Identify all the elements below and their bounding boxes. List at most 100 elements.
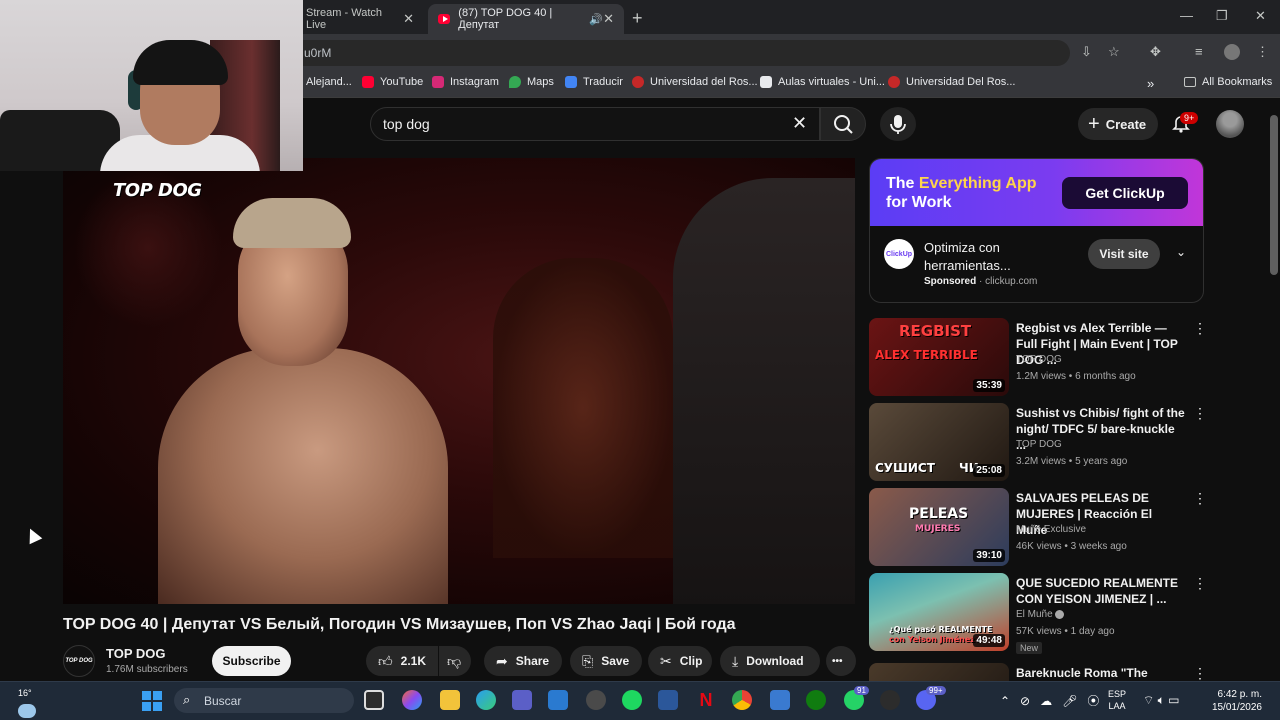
- voice-search-button[interactable]: [880, 107, 916, 141]
- bookmark-traducir[interactable]: Traducir: [565, 76, 623, 88]
- video-frame-fighter: [158, 348, 448, 604]
- more-options-icon[interactable]: ⋮: [1193, 490, 1207, 507]
- minimize-button[interactable]: —: [1180, 8, 1193, 23]
- bookmark-maps[interactable]: Maps: [509, 76, 554, 88]
- input-language[interactable]: ESP LAA: [1108, 688, 1126, 712]
- audio-playing-icon[interactable]: 🔊: [589, 13, 603, 26]
- chevron-down-icon[interactable]: ⌄: [1176, 245, 1186, 259]
- subscribe-button[interactable]: Subscribe: [212, 646, 291, 676]
- bookmark-star-icon[interactable]: ☆: [1108, 44, 1120, 60]
- spotify-icon[interactable]: [622, 690, 642, 710]
- clip-button[interactable]: ✂ Clip: [648, 646, 712, 676]
- related-video-title[interactable]: Bareknucle Roma "The: [1016, 665, 1186, 681]
- close-tab-icon[interactable]: ✕: [403, 11, 414, 27]
- related-video-channel[interactable]: TOP DOG: [1016, 354, 1062, 365]
- netflix-icon[interactable]: N: [696, 690, 716, 710]
- search-icon: ⌕: [183, 692, 191, 707]
- related-video[interactable]: PELEAS MUJERES 39:10 SALVAJES PELEAS DE …: [869, 488, 1209, 568]
- create-button[interactable]: + Create: [1078, 108, 1158, 140]
- like-button[interactable]: 👍︎ 2.1K: [366, 646, 438, 676]
- related-video[interactable]: СУШИСТ ЧИ 25:08 Sushist vs Chibis/ fight…: [869, 403, 1209, 483]
- taskbar-search-input[interactable]: ⌕ Buscar: [174, 688, 354, 713]
- browser-menu-icon[interactable]: ⋮: [1256, 44, 1269, 60]
- xbox-icon[interactable]: [806, 690, 826, 710]
- windows-start-button[interactable]: [142, 691, 162, 711]
- tab-youtube-video[interactable]: (87) TOP DOG 40 | Депутат 🔊 ✕: [428, 4, 624, 34]
- system-tray[interactable]: ⌃ ⊘ ☁ 🎤︎ ⦿: [1000, 692, 1099, 709]
- ad-cta-button[interactable]: Get ClickUp: [1062, 177, 1188, 209]
- search-input[interactable]: top dog: [370, 107, 820, 141]
- download-icon: ⤓: [732, 652, 739, 669]
- video-thumbnail[interactable]: [869, 663, 1009, 681]
- app-icon[interactable]: [880, 690, 900, 710]
- sponsored-ad[interactable]: The Everything App for Work Get ClickUp …: [869, 158, 1204, 303]
- advertiser-logo[interactable]: ClickUp: [884, 239, 914, 269]
- download-button[interactable]: ⤓ Download: [720, 646, 820, 676]
- more-actions-button[interactable]: •••: [826, 646, 856, 676]
- more-options-icon[interactable]: ⋮: [1193, 405, 1207, 422]
- bookmark-universidad[interactable]: Universidad del Ros...: [632, 76, 758, 88]
- share-button[interactable]: ➦ Share: [484, 646, 562, 676]
- video-thumbnail[interactable]: PELEAS MUJERES 39:10: [869, 488, 1009, 566]
- edge-icon[interactable]: [476, 690, 496, 710]
- ad-banner[interactable]: The Everything App for Work Get ClickUp: [870, 159, 1203, 226]
- video-frame-crowd: [493, 258, 673, 558]
- copilot-icon[interactable]: [402, 690, 422, 710]
- channel-name[interactable]: TOP DOG: [106, 646, 165, 661]
- install-app-icon[interactable]: ⇩: [1081, 44, 1092, 60]
- bookmarks-overflow-button[interactable]: »: [1147, 76, 1154, 91]
- profile-avatar-icon[interactable]: [1224, 44, 1240, 60]
- related-video-title[interactable]: QUE SUCEDIO REALMENTE CON YEISON JIMENEZ…: [1016, 575, 1186, 607]
- bookmark-youtube[interactable]: YouTube: [362, 76, 423, 88]
- search-button[interactable]: [820, 107, 866, 141]
- video-thumbnail[interactable]: REGBIST ALEX TERRIBLE 35:39: [869, 318, 1009, 396]
- bookmark-universidad-2[interactable]: Universidad Del Ros...: [888, 76, 1015, 88]
- ad-description: Optimiza con herramientas...: [924, 240, 1011, 273]
- related-video-meta: 46K views • 3 weeks ago: [1016, 541, 1127, 552]
- tab-stream[interactable]: Stream - Watch Live ✕: [296, 4, 424, 34]
- related-video[interactable]: ¿Qué pasó REALMENTE con Yeison Jiménez? …: [869, 573, 1209, 654]
- close-window-button[interactable]: ✕: [1255, 8, 1266, 24]
- taskbar-clock[interactable]: 6:42 p. m. 15/01/2026: [1210, 688, 1262, 714]
- maximize-button[interactable]: ❐: [1216, 8, 1228, 24]
- extensions-icon[interactable]: ✥: [1150, 44, 1161, 60]
- bookmark-aulas[interactable]: Aulas virtuales - Uni...: [760, 76, 885, 88]
- related-video-channel[interactable]: TOP DOG: [1016, 439, 1062, 450]
- save-button[interactable]: ⎘ Save: [570, 646, 642, 676]
- vpn-icon[interactable]: [770, 690, 790, 710]
- related-video[interactable]: REGBIST ALEX TERRIBLE 35:39 Regbist vs A…: [869, 318, 1209, 398]
- close-tab-icon[interactable]: ✕: [603, 11, 614, 27]
- more-options-icon[interactable]: ⋮: [1193, 575, 1207, 592]
- dislike-button[interactable]: 👎︎: [439, 646, 471, 676]
- address-bar[interactable]: u0rM: [290, 40, 1070, 66]
- video-thumbnail[interactable]: СУШИСТ ЧИ 25:08: [869, 403, 1009, 481]
- page-scrollbar-thumb[interactable]: [1270, 115, 1278, 275]
- file-explorer-icon[interactable]: [440, 690, 460, 710]
- new-tab-button[interactable]: +: [632, 8, 643, 29]
- all-bookmarks[interactable]: All Bookmarks: [1184, 76, 1272, 88]
- app-icon[interactable]: [586, 690, 606, 710]
- store-icon[interactable]: [548, 690, 568, 710]
- account-avatar[interactable]: [1216, 110, 1244, 138]
- video-thumbnail[interactable]: ¿Qué pasó REALMENTE con Yeison Jiménez? …: [869, 573, 1009, 651]
- channel-avatar[interactable]: TOP DOG: [63, 645, 95, 677]
- word-icon[interactable]: [658, 690, 678, 710]
- ad-headline: The Everything App for Work: [886, 175, 1037, 211]
- visit-site-button[interactable]: Visit site: [1088, 239, 1160, 269]
- related-video-channel[interactable]: Muñe Exclusive: [1016, 524, 1086, 535]
- video-player[interactable]: TOP DOG: [63, 158, 855, 604]
- weather-widget[interactable]: 16°: [18, 688, 36, 718]
- related-video[interactable]: Bareknucle Roma "The ⋮: [869, 663, 1209, 681]
- media-control-icon[interactable]: ≡: [1195, 44, 1203, 59]
- related-video-channel[interactable]: El Muñe: [1016, 609, 1065, 620]
- more-options-icon[interactable]: ⋮: [1193, 665, 1207, 681]
- bookmark-instagram[interactable]: Instagram: [432, 76, 499, 88]
- clear-search-icon[interactable]: ✕: [792, 113, 807, 134]
- teams-icon[interactable]: [512, 690, 532, 710]
- subscriber-count: 1.76M subscribers: [106, 664, 188, 675]
- task-view-icon[interactable]: [364, 690, 384, 710]
- bookmark-item[interactable]: Alejand...: [306, 76, 352, 88]
- more-options-icon[interactable]: ⋮: [1193, 320, 1207, 337]
- chrome-icon[interactable]: [732, 690, 752, 710]
- network-volume-battery-icons[interactable]: ⌔ 🔈︎ ▭: [1143, 693, 1180, 708]
